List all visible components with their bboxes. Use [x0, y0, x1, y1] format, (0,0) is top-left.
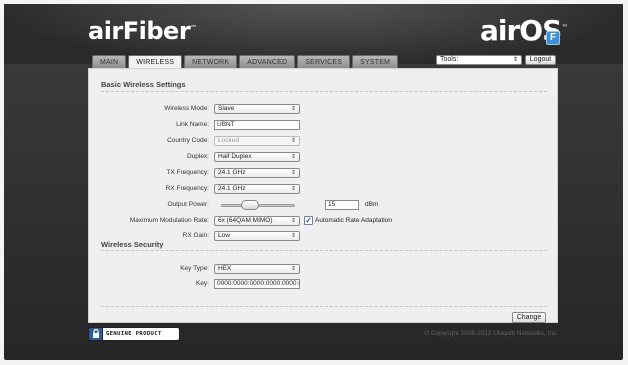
tx-frequency-label: TX Frequency:	[166, 169, 209, 176]
tab-advanced[interactable]: ADVANCED	[239, 55, 296, 68]
tab-system[interactable]: SYSTEM	[352, 55, 399, 68]
country-code-row: Country Code: Locked ⇕	[89, 136, 557, 146]
link-name-label: Link Name:	[176, 121, 209, 128]
dropdown-arrow-icon: ⇕	[290, 106, 296, 112]
link-name-input[interactable]: UBNT	[214, 120, 300, 130]
link-name-row: Link Name: UBNT	[89, 120, 557, 130]
dropdown-arrow-icon: ⇕	[512, 57, 518, 63]
genuine-product-text: GENUINE PRODUCT	[106, 331, 162, 337]
section-divider	[101, 306, 547, 307]
wireless-mode-value: Slave	[218, 105, 235, 112]
max-modulation-rate-select[interactable]: 6x (64QAM MIMO) ⇕	[214, 216, 300, 226]
output-power-input[interactable]: 15	[325, 200, 359, 210]
rx-gain-select[interactable]: Low ⇕	[214, 231, 300, 241]
key-type-row: Key Type: HEX ⇕	[89, 264, 557, 274]
change-button[interactable]: Change	[512, 312, 546, 323]
key-input[interactable]: 0000:0000:0000:0000:0000:0	[214, 279, 300, 289]
rx-frequency-label: RX Frequency:	[165, 185, 209, 192]
tx-frequency-value: 24.1 GHz	[218, 169, 246, 176]
country-code-value: Locked	[218, 137, 239, 144]
airfiber-badge-icon: F	[546, 31, 560, 45]
output-power-slider-thumb[interactable]	[240, 200, 259, 210]
dropdown-arrow-icon: ⇕	[290, 170, 296, 176]
basic-settings-title: Basic Wireless Settings	[101, 80, 186, 89]
max-modulation-rate-label: Maximum Modulation Rate:	[129, 217, 209, 224]
rx-frequency-select[interactable]: 24.1 GHz ⇕	[214, 184, 300, 194]
main-tabs: MAIN WIRELESS NETWORK ADVANCED SERVICES …	[92, 55, 400, 69]
country-code-select: Locked ⇕	[214, 136, 300, 146]
tx-frequency-select[interactable]: 24.1 GHz ⇕	[214, 168, 300, 178]
wireless-settings-panel: Basic Wireless Settings Wireless Mode: S…	[88, 68, 558, 323]
key-type-select[interactable]: HEX ⇕	[214, 264, 300, 274]
tab-main[interactable]: MAIN	[92, 55, 127, 68]
wireless-security-title: Wireless Security	[101, 240, 164, 249]
output-power-unit: dBm	[365, 201, 379, 208]
duplex-label: Duplex:	[186, 153, 209, 160]
tab-wireless[interactable]: WIRELESS	[128, 55, 183, 69]
dropdown-arrow-icon: ⇕	[290, 138, 296, 144]
tab-services[interactable]: SERVICES	[297, 55, 351, 68]
dropdown-arrow-icon: ⇕	[290, 186, 296, 192]
rx-gain-value: Low	[218, 232, 230, 239]
dropdown-arrow-icon: ⇕	[290, 218, 296, 224]
wireless-mode-label: Wireless Mode:	[164, 105, 209, 112]
output-power-label: Output Power:	[167, 201, 209, 208]
max-modulation-rate-value: 6x (64QAM MIMO)	[218, 217, 273, 224]
checkmark-icon: ✓	[305, 216, 312, 225]
auto-rate-adaptation-label: Automatic Rate Adaptation	[315, 217, 392, 224]
dropdown-arrow-icon: ⇕	[290, 266, 296, 272]
max-modulation-rate-row: Maximum Modulation Rate: 6x (64QAM MIMO)…	[89, 216, 557, 226]
dropdown-arrow-icon: ⇕	[290, 154, 296, 160]
duplex-row: Duplex: Half Duplex ⇕	[89, 152, 557, 162]
airfiber-logo: airFiber™	[88, 17, 197, 45]
section-divider	[101, 250, 547, 251]
copyright-text: © Copyright 2006-2012 Ubiquiti Networks,…	[424, 330, 558, 337]
auto-rate-adaptation-checkbox[interactable]: ✓	[304, 216, 313, 225]
wireless-mode-row: Wireless Mode: Slave ⇕	[89, 104, 557, 114]
key-row: Key: 0000:0000:0000:0000:0000:0	[89, 279, 557, 289]
key-label: Key:	[195, 280, 209, 287]
wireless-mode-select[interactable]: Slave ⇕	[214, 104, 300, 114]
duplex-select[interactable]: Half Duplex ⇕	[214, 152, 300, 162]
key-type-value: HEX	[218, 265, 232, 272]
rx-gain-label: RX Gain:	[182, 232, 209, 239]
tools-dropdown-label: Tools:	[440, 56, 459, 63]
tab-network[interactable]: NETWORK	[184, 55, 238, 68]
rx-frequency-row: RX Frequency: 24.1 GHz ⇕	[89, 184, 557, 194]
tx-frequency-row: TX Frequency: 24.1 GHz ⇕	[89, 168, 557, 178]
key-type-label: Key Type:	[180, 265, 209, 272]
rx-frequency-value: 24.1 GHz	[218, 185, 246, 192]
section-divider	[101, 91, 547, 92]
logout-button[interactable]: Logout	[525, 55, 556, 65]
country-code-label: Country Code:	[167, 137, 209, 144]
footer: GENUINE PRODUCT © Copyright 2006-2012 Ub…	[88, 324, 558, 354]
genuine-product-badge: GENUINE PRODUCT	[88, 326, 180, 341]
tools-dropdown[interactable]: Tools: ⇕	[436, 55, 522, 65]
output-power-row: Output Power: 15 dBm	[89, 200, 557, 210]
duplex-value: Half Duplex	[218, 153, 252, 160]
lock-icon	[88, 326, 103, 341]
app-frame: airFiber™ airOS™ F MAIN WIRELESS NETWORK…	[4, 4, 623, 360]
dropdown-arrow-icon: ⇕	[290, 233, 296, 239]
